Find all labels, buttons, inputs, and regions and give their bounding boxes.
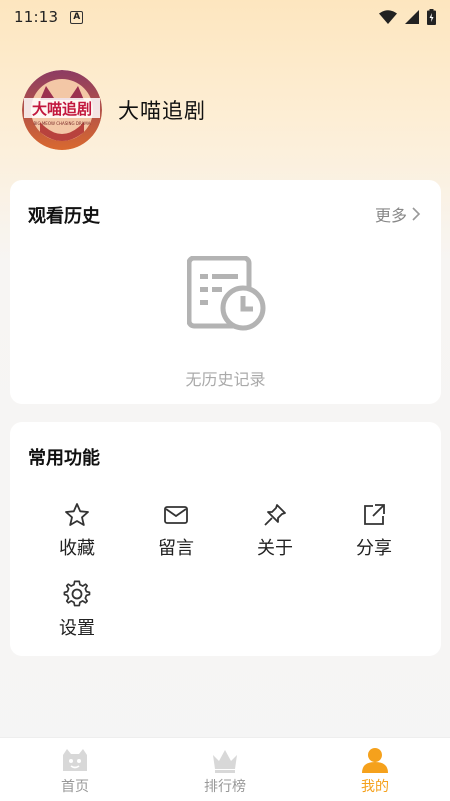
history-empty-icon [187, 256, 266, 331]
nav-label: 首页 [61, 779, 89, 795]
user-icon [362, 748, 388, 773]
battery-icon [427, 9, 436, 25]
signal-icon [405, 10, 419, 24]
more-label: 更多 [374, 206, 407, 225]
bottom-nav: 首页 排行榜 我的 [0, 737, 450, 801]
logo-subtext: BIG MEOW CHASING DRAMA [34, 121, 91, 126]
gear-icon [63, 580, 91, 607]
profile-name: 大喵追剧 [118, 99, 206, 123]
profile-header: 大喵追剧 BIG MEOW CHASING DRAMA 大喵追剧 [22, 70, 206, 150]
history-title: 观看历史 [28, 206, 100, 227]
history-empty-text: 无历史记录 [185, 370, 266, 389]
nav-label: 排行榜 [204, 779, 246, 795]
function-share[interactable]: 分享 [324, 502, 424, 560]
star-icon [65, 503, 89, 526]
status-bar: 11:13 A [0, 0, 450, 34]
status-icons [379, 9, 436, 25]
function-message[interactable]: 留言 [126, 502, 226, 560]
function-label: 收藏 [59, 538, 95, 559]
crown-icon [213, 750, 237, 773]
function-favorite[interactable]: 收藏 [27, 502, 127, 560]
nav-label: 我的 [361, 779, 389, 795]
logo-text: 大喵追剧 [32, 100, 92, 118]
avatar[interactable]: 大喵追剧 BIG MEOW CHASING DRAMA [22, 70, 102, 150]
chevron-right-icon [412, 207, 421, 221]
status-time: 11:13 [14, 8, 59, 26]
nav-ranking[interactable]: 排行榜 [150, 738, 300, 801]
share-icon [364, 504, 385, 525]
history-card: 观看历史 更多 无历史记录 [10, 180, 441, 404]
nav-home[interactable]: 首页 [0, 738, 150, 801]
functions-title: 常用功能 [28, 448, 100, 469]
history-more-link[interactable]: 更多 [375, 202, 421, 226]
app-logo: 大喵追剧 BIG MEOW CHASING DRAMA [22, 70, 102, 150]
function-settings[interactable]: 设置 [27, 580, 127, 640]
functions-card: 常用功能 收藏 留言 关于 分享 设置 [10, 422, 441, 656]
pin-icon [264, 504, 286, 526]
mail-icon [164, 506, 188, 524]
function-about[interactable]: 关于 [225, 502, 325, 560]
function-label: 留言 [158, 538, 194, 559]
wifi-icon [379, 10, 397, 24]
notification-icon: A [70, 10, 84, 24]
nav-mine[interactable]: 我的 [300, 738, 450, 801]
function-label: 关于 [257, 538, 293, 559]
function-label: 设置 [59, 618, 95, 639]
home-cat-icon [63, 749, 87, 771]
function-label: 分享 [356, 538, 392, 559]
